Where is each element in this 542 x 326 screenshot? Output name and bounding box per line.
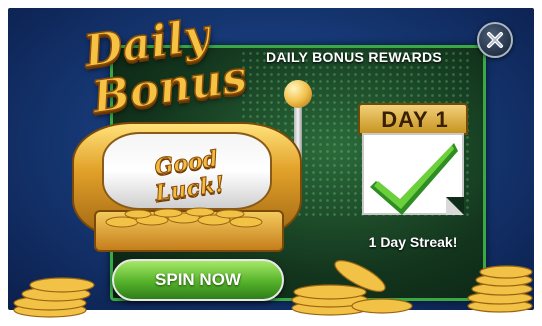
streak-text: 1 Day Streak! [368, 234, 458, 250]
close-icon [487, 32, 503, 48]
coin-stack-left-icon [13, 277, 95, 318]
coin-stack-right-icon [467, 265, 533, 313]
tray-coins-icon [105, 207, 263, 228]
panel-header: DAILY BONUS REWARDS [265, 49, 443, 65]
spin-now-label: SPIN NOW [155, 270, 241, 289]
spin-now-button[interactable]: SPIN NOW [112, 259, 284, 301]
calendar-day-label: DAY 1 [381, 107, 449, 132]
slot-machine: Good Luck! [72, 80, 312, 252]
calendar-card: DAY 1 [358, 103, 468, 215]
close-button[interactable] [477, 22, 513, 58]
coin-stack-center-icon [291, 260, 413, 316]
check-icon [370, 143, 458, 215]
daily-bonus-screen: DAILY BONUS REWARDS Daily Bonus Good Luc… [0, 0, 542, 326]
slot-lever-knob [284, 80, 312, 108]
calendar-header: DAY 1 [358, 103, 468, 135]
